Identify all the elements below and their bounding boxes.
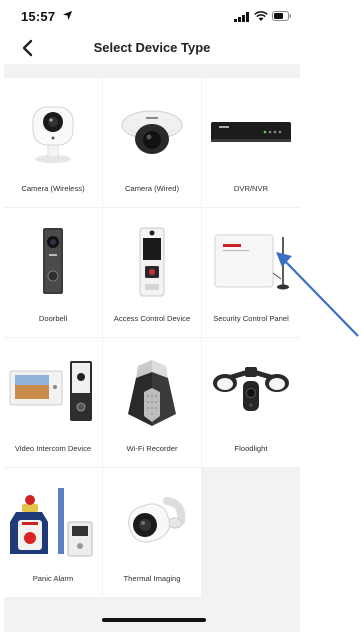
battery-icon <box>272 11 291 21</box>
device-tile-label: Video Intercom Device <box>14 444 92 453</box>
home-indicator[interactable] <box>102 618 206 622</box>
location-arrow-icon <box>62 10 73 21</box>
device-tile-label: Camera (Wireless) <box>21 184 85 193</box>
wifi-recorder-icon <box>128 360 176 426</box>
floodlight-icon <box>213 367 289 411</box>
device-tile-label: Doorbell <box>38 314 68 323</box>
empty-grid-cell <box>202 468 300 597</box>
device-tile-floodlight[interactable]: Floodlight <box>202 338 300 467</box>
status-bar: 15:57 <box>4 0 300 32</box>
dvr-nvr-icon <box>211 122 291 142</box>
wifi-icon <box>254 11 268 21</box>
device-tile-thermal-imaging[interactable]: Thermal Imaging <box>103 468 201 597</box>
status-time: 15:57 <box>21 9 56 24</box>
device-tile-camera-wireless[interactable]: Camera (Wireless) <box>4 78 102 207</box>
device-tile-label: Camera (Wired) <box>124 184 179 193</box>
panic-alarm-icon <box>10 488 93 557</box>
page-title: Select Device Type <box>93 40 211 55</box>
video-intercom-icon <box>9 361 92 421</box>
device-tile-label: Access Control Device <box>113 314 191 323</box>
device-type-grid: Camera (Wireless) Camera (Wired) DVR/NVR… <box>4 78 300 597</box>
device-tile-label: Wi-Fi Recorder <box>126 444 178 453</box>
device-tile-doorbell[interactable]: Doorbell <box>4 208 102 337</box>
device-tile-video-intercom[interactable]: Video Intercom Device <box>4 338 102 467</box>
device-tile-label: Floodlight <box>234 444 268 453</box>
doorbell-icon <box>43 228 63 294</box>
device-type-list: Camera (Wireless) Camera (Wired) DVR/NVR… <box>4 64 300 632</box>
device-tile-label: DVR/NVR <box>233 184 269 193</box>
device-tile-dvr-nvr[interactable]: DVR/NVR <box>202 78 300 207</box>
wireless-camera-icon <box>32 106 74 163</box>
dome-camera-icon <box>121 110 183 154</box>
annotation-arrow-icon <box>276 252 359 337</box>
device-tile-access-control[interactable]: Access Control Device <box>103 208 201 337</box>
device-tile-label: Panic Alarm <box>32 574 74 583</box>
thermal-imaging-icon <box>128 497 186 543</box>
cellular-signal-icon <box>234 12 249 22</box>
device-tile-wifi-recorder[interactable]: Wi-Fi Recorder <box>103 338 201 467</box>
device-tile-camera-wired[interactable]: Camera (Wired) <box>103 78 201 207</box>
device-tile-panic-alarm[interactable]: Panic Alarm <box>4 468 102 597</box>
access-control-icon <box>139 227 165 297</box>
navigation-bar: Select Device Type <box>4 32 300 64</box>
device-tile-label: Thermal Imaging <box>123 574 181 583</box>
select-device-type-screen: 15:57 Select Device Type Camera (Wireles… <box>4 0 300 632</box>
